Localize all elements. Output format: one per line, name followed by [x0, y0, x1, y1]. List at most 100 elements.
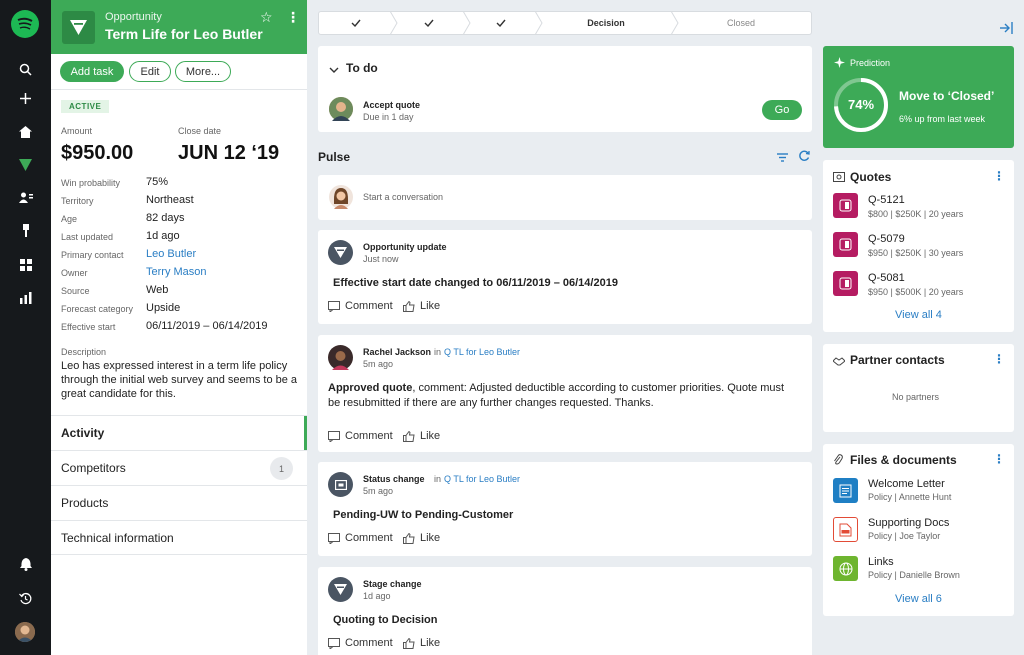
- star-icon[interactable]: ☆: [260, 9, 273, 26]
- filter-icon[interactable]: [777, 151, 788, 165]
- go-button[interactable]: Go: [762, 100, 802, 120]
- chevron-down-icon[interactable]: [329, 63, 339, 77]
- like-button[interactable]: Like: [403, 637, 440, 649]
- quote-doc-icon: [833, 271, 858, 296]
- opportunity-panel: Opportunity Term Life for Leo Butler ☆ ⋮…: [51, 0, 307, 655]
- pulse-item-time: 5m ago: [363, 486, 394, 496]
- stage-separator: [671, 11, 679, 35]
- quote-doc-icon: [833, 193, 858, 218]
- thumbs-up-icon: [403, 430, 415, 442]
- comment-button[interactable]: Comment: [328, 637, 393, 649]
- pulse-item-body: Effective start date changed to 06/11/20…: [333, 277, 618, 289]
- comment-button[interactable]: Comment: [328, 532, 393, 544]
- task-title[interactable]: Accept quote: [363, 100, 420, 110]
- collapse-panel-icon[interactable]: [1000, 22, 1014, 37]
- user-avatar[interactable]: [15, 622, 35, 642]
- current-user-avatar: [329, 185, 353, 209]
- thumbs-up-icon: [403, 637, 415, 649]
- quote-icon: [833, 171, 845, 185]
- quote-id[interactable]: Q-5081: [868, 272, 905, 284]
- quote-id[interactable]: Q-5079: [868, 233, 905, 245]
- more-button[interactable]: More...: [175, 61, 231, 82]
- thumbs-up-icon: [403, 532, 415, 544]
- pulse-item-title: Status change: [363, 474, 425, 484]
- quote-detail: $800 | $250K | 20 years: [868, 209, 964, 219]
- rachel-jackson-avatar: [328, 345, 353, 370]
- files-more-icon[interactable]: ⋮: [993, 452, 1005, 466]
- file-detail: Policy | Annette Hunt: [868, 492, 952, 502]
- pulse-item-title[interactable]: Rachel Jackson: [363, 347, 431, 357]
- home-icon[interactable]: [17, 123, 34, 140]
- pin-icon[interactable]: [17, 222, 34, 239]
- stage-complete-2[interactable]: [394, 12, 464, 34]
- bell-icon[interactable]: [17, 556, 34, 573]
- quote-link[interactable]: Q TL for Leo Butler: [444, 347, 520, 357]
- view-all-quotes-link[interactable]: View all 4: [895, 309, 942, 321]
- task-due: Due in 1 day: [363, 112, 414, 122]
- comment-button[interactable]: Comment: [328, 300, 393, 312]
- funnel-icon[interactable]: [17, 156, 34, 173]
- pulse-item-body: Pending-UW to Pending-Customer: [333, 509, 514, 521]
- edit-button[interactable]: Edit: [129, 61, 171, 82]
- stage-change-icon: [328, 577, 353, 602]
- thumbs-up-icon: [403, 300, 415, 312]
- tab-activity[interactable]: Activity: [51, 415, 307, 451]
- tab-technical-information[interactable]: Technical information: [51, 520, 307, 555]
- handshake-icon: [832, 355, 846, 369]
- pdf-icon: [833, 517, 858, 542]
- pulse-item-title: Opportunity update: [363, 242, 447, 252]
- comment-icon: [328, 532, 340, 544]
- plus-icon[interactable]: [17, 90, 34, 107]
- prediction-card[interactable]: Prediction 74% Move to ‘Closed’ 6% up fr…: [823, 46, 1014, 148]
- files-title: Files & documents: [850, 453, 957, 467]
- app-rail: [0, 0, 51, 655]
- prediction-headline: Move to ‘Closed’: [899, 89, 995, 103]
- file-name[interactable]: Welcome Letter: [868, 478, 945, 490]
- stage-current[interactable]: Decision: [541, 12, 671, 34]
- record-type: Opportunity: [105, 11, 162, 23]
- prediction-sub: 6% up from last week: [899, 114, 986, 124]
- contacts-icon[interactable]: [17, 189, 34, 206]
- file-name[interactable]: Links: [868, 556, 894, 568]
- paperclip-icon: [833, 454, 843, 469]
- search-icon[interactable]: [17, 61, 34, 78]
- like-button[interactable]: Like: [403, 532, 440, 544]
- stage-complete-3[interactable]: [467, 12, 535, 34]
- quote-id[interactable]: Q-5121: [868, 194, 905, 206]
- opportunity-update-icon: [328, 240, 353, 265]
- more-options-icon[interactable]: ⋮: [286, 9, 300, 26]
- quote-detail: $950 | $500K | 20 years: [868, 287, 964, 297]
- view-all-files-link[interactable]: View all 6: [895, 593, 942, 605]
- status-change-icon: [328, 472, 353, 497]
- quotes-more-icon[interactable]: ⋮: [993, 169, 1005, 183]
- pulse-item-body: Quoting to Decision: [333, 614, 438, 626]
- partners-more-icon[interactable]: ⋮: [993, 352, 1005, 366]
- pulse-item-in: in: [434, 347, 442, 357]
- description-label: Description: [61, 347, 107, 357]
- spotify-logo-icon[interactable]: [11, 10, 39, 38]
- tab-competitors[interactable]: Competitors 1: [51, 450, 307, 485]
- primary-contact-link[interactable]: Leo Butler: [146, 248, 196, 260]
- file-detail: Policy | Joe Taylor: [868, 531, 941, 541]
- comment-button[interactable]: Comment: [328, 430, 393, 442]
- opportunity-icon: [62, 11, 95, 44]
- contact-avatar: [329, 97, 353, 121]
- check-icon: [351, 19, 361, 27]
- amount-label: Amount: [61, 126, 93, 136]
- quote-link[interactable]: Q TL for Leo Butler: [444, 474, 520, 484]
- status-badge: ACTIVE: [61, 100, 110, 113]
- grid-icon[interactable]: [17, 256, 34, 273]
- add-task-button[interactable]: Add task: [60, 61, 124, 82]
- like-button[interactable]: Like: [403, 430, 440, 442]
- competitors-count: 1: [270, 457, 293, 480]
- file-name[interactable]: Supporting Docs: [868, 517, 949, 529]
- tab-products[interactable]: Products: [51, 485, 307, 520]
- conversation-input[interactable]: Start a conversation: [363, 192, 443, 202]
- like-button[interactable]: Like: [403, 300, 440, 312]
- stage-complete-1[interactable]: [319, 12, 392, 34]
- history-icon[interactable]: [17, 590, 34, 607]
- refresh-icon[interactable]: [799, 150, 810, 164]
- stage-closed[interactable]: Closed: [679, 12, 803, 34]
- bar-chart-icon[interactable]: [17, 289, 34, 306]
- owner-link[interactable]: Terry Mason: [146, 266, 207, 278]
